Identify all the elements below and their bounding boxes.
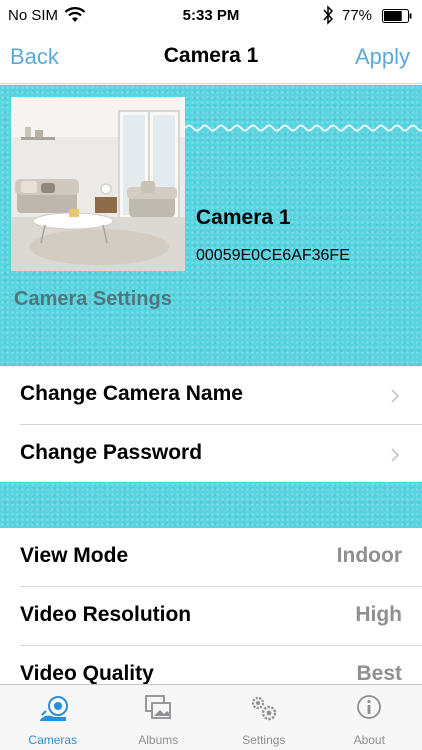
apply-button[interactable]: Apply — [355, 44, 410, 70]
albums-icon — [145, 695, 172, 719]
row-value: Indoor — [336, 544, 402, 567]
battery-icon — [382, 9, 412, 23]
row-value: Best — [356, 662, 402, 685]
camera-thumbnail[interactable] — [11, 97, 185, 271]
decorative-wave-border — [185, 124, 422, 132]
tab-label: Albums — [138, 733, 179, 747]
video-settings-list: View Mode Indoor Video Resolution High V… — [0, 528, 422, 704]
section-spacer — [0, 482, 422, 528]
chevron-right-icon — [391, 389, 400, 403]
navigation-bar: Back Camera 1 Apply — [0, 32, 422, 84]
section-title-camera-settings: Camera Settings — [14, 288, 172, 310]
row-label: Video Resolution — [20, 603, 192, 626]
row-label: Change Camera Name — [20, 382, 243, 405]
battery-percent: 77% — [342, 7, 373, 24]
row-value: High — [355, 603, 402, 626]
tab-about[interactable]: About — [317, 685, 422, 750]
status-bar: No SIM 5:33 PM 77% — [0, 0, 422, 32]
living-room-image — [11, 97, 185, 271]
camera-icon — [39, 696, 68, 721]
tab-label: Cameras — [28, 733, 78, 747]
tab-bar: Cameras Albums Settings About — [0, 684, 422, 750]
tab-albums[interactable]: Albums — [106, 685, 212, 750]
camera-name: Camera 1 — [196, 206, 291, 229]
row-label: Change Password — [20, 441, 203, 464]
tab-label: Settings — [242, 733, 286, 747]
row-label: Video Quality — [20, 662, 154, 685]
video-resolution-row[interactable]: Video Resolution High — [0, 587, 422, 645]
tab-label: About — [353, 733, 385, 747]
change-camera-name-row[interactable]: Change Camera Name — [0, 366, 422, 424]
row-label: View Mode — [20, 544, 129, 567]
gears-icon — [251, 696, 276, 721]
camera-actions-list: Change Camera Name Change Password — [0, 366, 422, 483]
camera-id: 00059E0CE6AF36FE — [196, 247, 350, 264]
change-password-row[interactable]: Change Password — [0, 425, 422, 483]
info-icon — [357, 695, 382, 719]
bluetooth-icon — [323, 5, 334, 25]
view-mode-row[interactable]: View Mode Indoor — [0, 528, 422, 586]
tab-cameras[interactable]: Cameras — [0, 685, 106, 750]
back-button[interactable]: Back — [10, 44, 59, 70]
tab-settings[interactable]: Settings — [211, 685, 317, 750]
chevron-right-icon — [391, 448, 400, 462]
